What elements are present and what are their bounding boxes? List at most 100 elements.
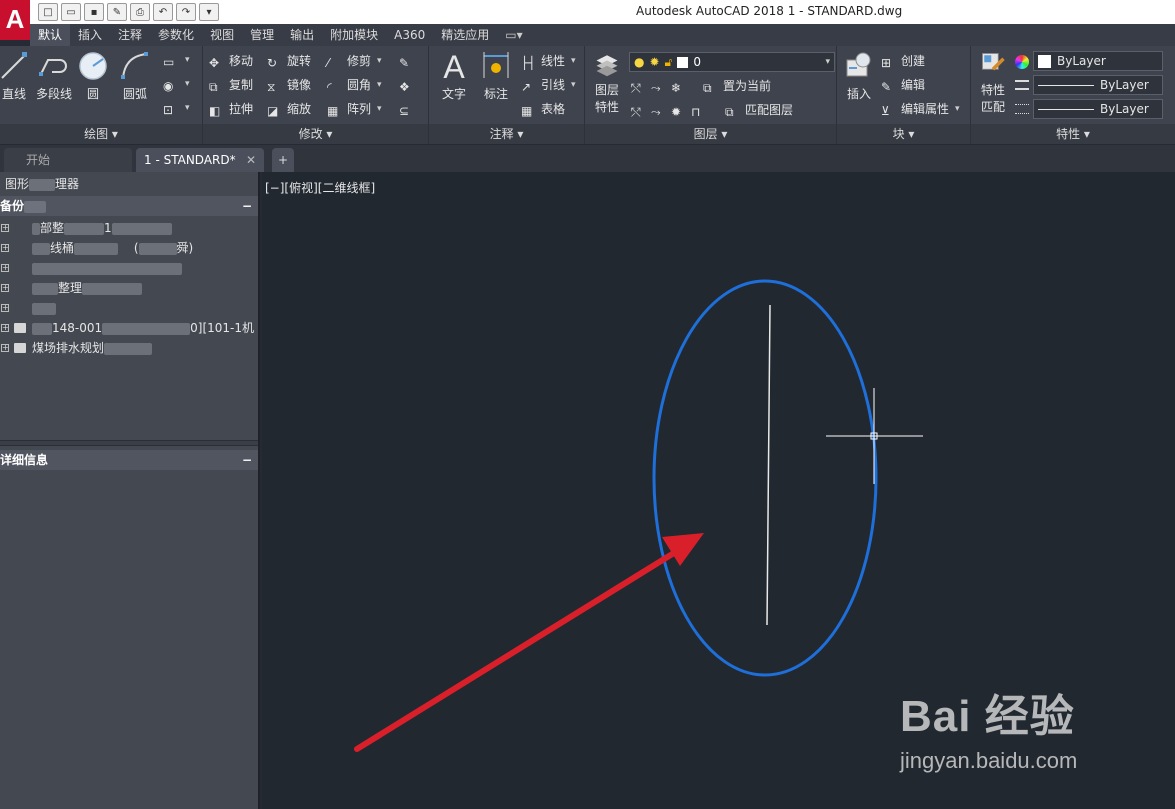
- qat-dropdown-icon[interactable]: ▾: [199, 3, 219, 21]
- tab-a360[interactable]: A360: [386, 24, 433, 46]
- boundary-button[interactable]: ⊡ ▾: [163, 98, 190, 118]
- rotate-button[interactable]: ↻ 旋转: [267, 51, 311, 71]
- tree-item[interactable]: + 线桶 (舜): [0, 238, 258, 258]
- explode-button[interactable]: ❖: [399, 75, 415, 95]
- layer-off-icon[interactable]: ⤲: [631, 78, 647, 95]
- offset-button[interactable]: ⊆: [399, 99, 415, 119]
- leader-button[interactable]: ↗ 引线 ▾: [521, 75, 576, 95]
- move-button[interactable]: ✥ 移动: [209, 51, 253, 71]
- new-file-icon[interactable]: □: [38, 3, 58, 21]
- trim-button[interactable]: ⁄ 修剪 ▾: [327, 51, 382, 71]
- polyline-button[interactable]: 多段线: [34, 50, 74, 102]
- layer-isolate-icon[interactable]: ⤳: [651, 78, 667, 95]
- open-file-icon[interactable]: ▭: [61, 3, 81, 21]
- backup-section-header[interactable]: 备份 −: [0, 196, 258, 216]
- properties-panel-title[interactable]: 特性 ▾: [971, 124, 1175, 144]
- tree-item[interactable]: +: [0, 258, 258, 278]
- tree-item[interactable]: +: [0, 298, 258, 318]
- draw-panel-title[interactable]: 绘图 ▾: [0, 124, 202, 144]
- erase-button[interactable]: ✎: [399, 51, 415, 71]
- palette-splitter[interactable]: [0, 440, 258, 446]
- hatch-button[interactable]: ◉ ▾: [163, 74, 190, 94]
- tab-view[interactable]: 视图: [202, 24, 242, 46]
- copy-button[interactable]: ⧉ 复制: [209, 75, 253, 95]
- tab-insert[interactable]: 插入: [70, 24, 110, 46]
- array-button[interactable]: ▦ 阵列 ▾: [327, 99, 382, 119]
- collapse-icon[interactable]: −: [242, 450, 252, 470]
- linear-dim-button[interactable]: ├┤ 线性 ▾: [521, 51, 576, 71]
- close-tab-icon[interactable]: ✕: [246, 148, 256, 172]
- layer-thaw-icon[interactable]: ✹: [671, 102, 687, 119]
- line-button[interactable]: 直线: [0, 50, 34, 102]
- tree-item[interactable]: + 煤场排水规划: [0, 338, 258, 358]
- layer-on-icon[interactable]: ⤲: [631, 102, 647, 119]
- match-properties-button[interactable]: 特性 匹配: [973, 50, 1013, 115]
- linetype-dropdown[interactable]: ByLayer: [1033, 75, 1163, 95]
- arc-button[interactable]: 圆弧: [115, 50, 155, 102]
- fillet-button[interactable]: ◜ 圆角 ▾: [327, 75, 382, 95]
- text-button[interactable]: A 文字: [434, 50, 474, 102]
- lineweight-icon[interactable]: [1015, 104, 1029, 114]
- expand-icon[interactable]: +: [1, 344, 9, 352]
- plot-icon[interactable]: ⎙: [130, 3, 150, 21]
- scale-button[interactable]: ◪ 缩放: [267, 99, 311, 119]
- line-icon: [1, 52, 27, 79]
- layer-dropdown[interactable]: ● ✹ 🔓︎ 0 ▾: [629, 52, 835, 72]
- undo-icon[interactable]: ↶: [153, 3, 173, 21]
- expand-icon[interactable]: +: [1, 244, 9, 252]
- ribbon-minimize-icon[interactable]: ▭▾: [505, 28, 522, 42]
- stretch-button[interactable]: ◧ 拉伸: [209, 99, 253, 119]
- linetype-icon[interactable]: [1015, 80, 1029, 90]
- tab-start[interactable]: 开始: [4, 148, 132, 172]
- annotation-panel-title[interactable]: 注释 ▾: [429, 124, 584, 144]
- edit-block-button[interactable]: ✎ 编辑: [881, 75, 925, 95]
- dimension-button[interactable]: 标注: [476, 50, 516, 102]
- layer-properties-button[interactable]: 图层 特性: [587, 50, 627, 115]
- tab-parametric[interactable]: 参数化: [150, 24, 202, 46]
- text-icon: A: [443, 50, 465, 82]
- create-block-button[interactable]: ⊞ 创建: [881, 51, 925, 71]
- new-tab-button[interactable]: +: [272, 148, 294, 172]
- layer-unisolate-icon[interactable]: ⤳: [651, 102, 667, 119]
- redo-icon[interactable]: ↷: [176, 3, 196, 21]
- tab-output[interactable]: 输出: [282, 24, 322, 46]
- tab-annotate[interactable]: 注释: [110, 24, 150, 46]
- expand-icon[interactable]: +: [1, 264, 9, 272]
- save-as-icon[interactable]: ✎: [107, 3, 127, 21]
- trim-icon: ⁄: [327, 56, 330, 70]
- mirror-button[interactable]: ⧖ 镜像: [267, 75, 311, 95]
- details-section-header[interactable]: 详细信息 −: [0, 450, 258, 470]
- save-icon[interactable]: ▪: [84, 3, 104, 21]
- color-wheel-icon[interactable]: [1015, 55, 1029, 69]
- expand-icon[interactable]: +: [1, 304, 9, 312]
- tab-default[interactable]: 默认: [30, 24, 71, 46]
- drawn-line[interactable]: [766, 304, 771, 626]
- match-layer-button[interactable]: ⧉ 匹配图层: [725, 100, 793, 120]
- layer-lock-icon[interactable]: ⊓: [691, 102, 707, 119]
- expand-icon[interactable]: +: [1, 324, 9, 332]
- table-button[interactable]: ▦ 表格: [521, 99, 565, 119]
- rectangle-button[interactable]: ▭ ▾: [163, 50, 190, 70]
- collapse-icon[interactable]: −: [242, 196, 252, 216]
- tab-manage[interactable]: 管理: [242, 24, 282, 46]
- insert-block-button[interactable]: 插入: [839, 50, 879, 102]
- tree-item[interactable]: + 148-001 0][101-1机: [0, 318, 258, 338]
- color-dropdown[interactable]: ByLayer: [1033, 51, 1163, 71]
- make-current-button[interactable]: ⧉ 置为当前: [703, 76, 771, 96]
- circle-button[interactable]: 圆: [73, 50, 113, 102]
- modify-panel-title[interactable]: 修改 ▾: [203, 124, 428, 144]
- block-panel-title[interactable]: 块 ▾: [837, 124, 970, 144]
- layer-freeze-icon[interactable]: ❄: [671, 78, 687, 95]
- edit-attributes-button[interactable]: ⊻ 编辑属性 ▾: [881, 99, 960, 119]
- tree-item[interactable]: + 部整 1: [0, 218, 258, 238]
- lineweight-dropdown[interactable]: ByLayer: [1033, 99, 1163, 119]
- tree-item[interactable]: + 整理: [0, 278, 258, 298]
- application-menu-button[interactable]: A: [0, 0, 30, 40]
- expand-icon[interactable]: +: [1, 284, 9, 292]
- tab-current-drawing[interactable]: 1 - STANDARD* ✕: [136, 148, 264, 172]
- match-layer-icon: ⧉: [725, 105, 734, 119]
- expand-icon[interactable]: +: [1, 224, 9, 232]
- layers-panel-title[interactable]: 图层 ▾: [585, 124, 836, 144]
- tab-addins[interactable]: 附加模块: [322, 24, 386, 46]
- tab-featured-apps[interactable]: 精选应用: [433, 24, 497, 46]
